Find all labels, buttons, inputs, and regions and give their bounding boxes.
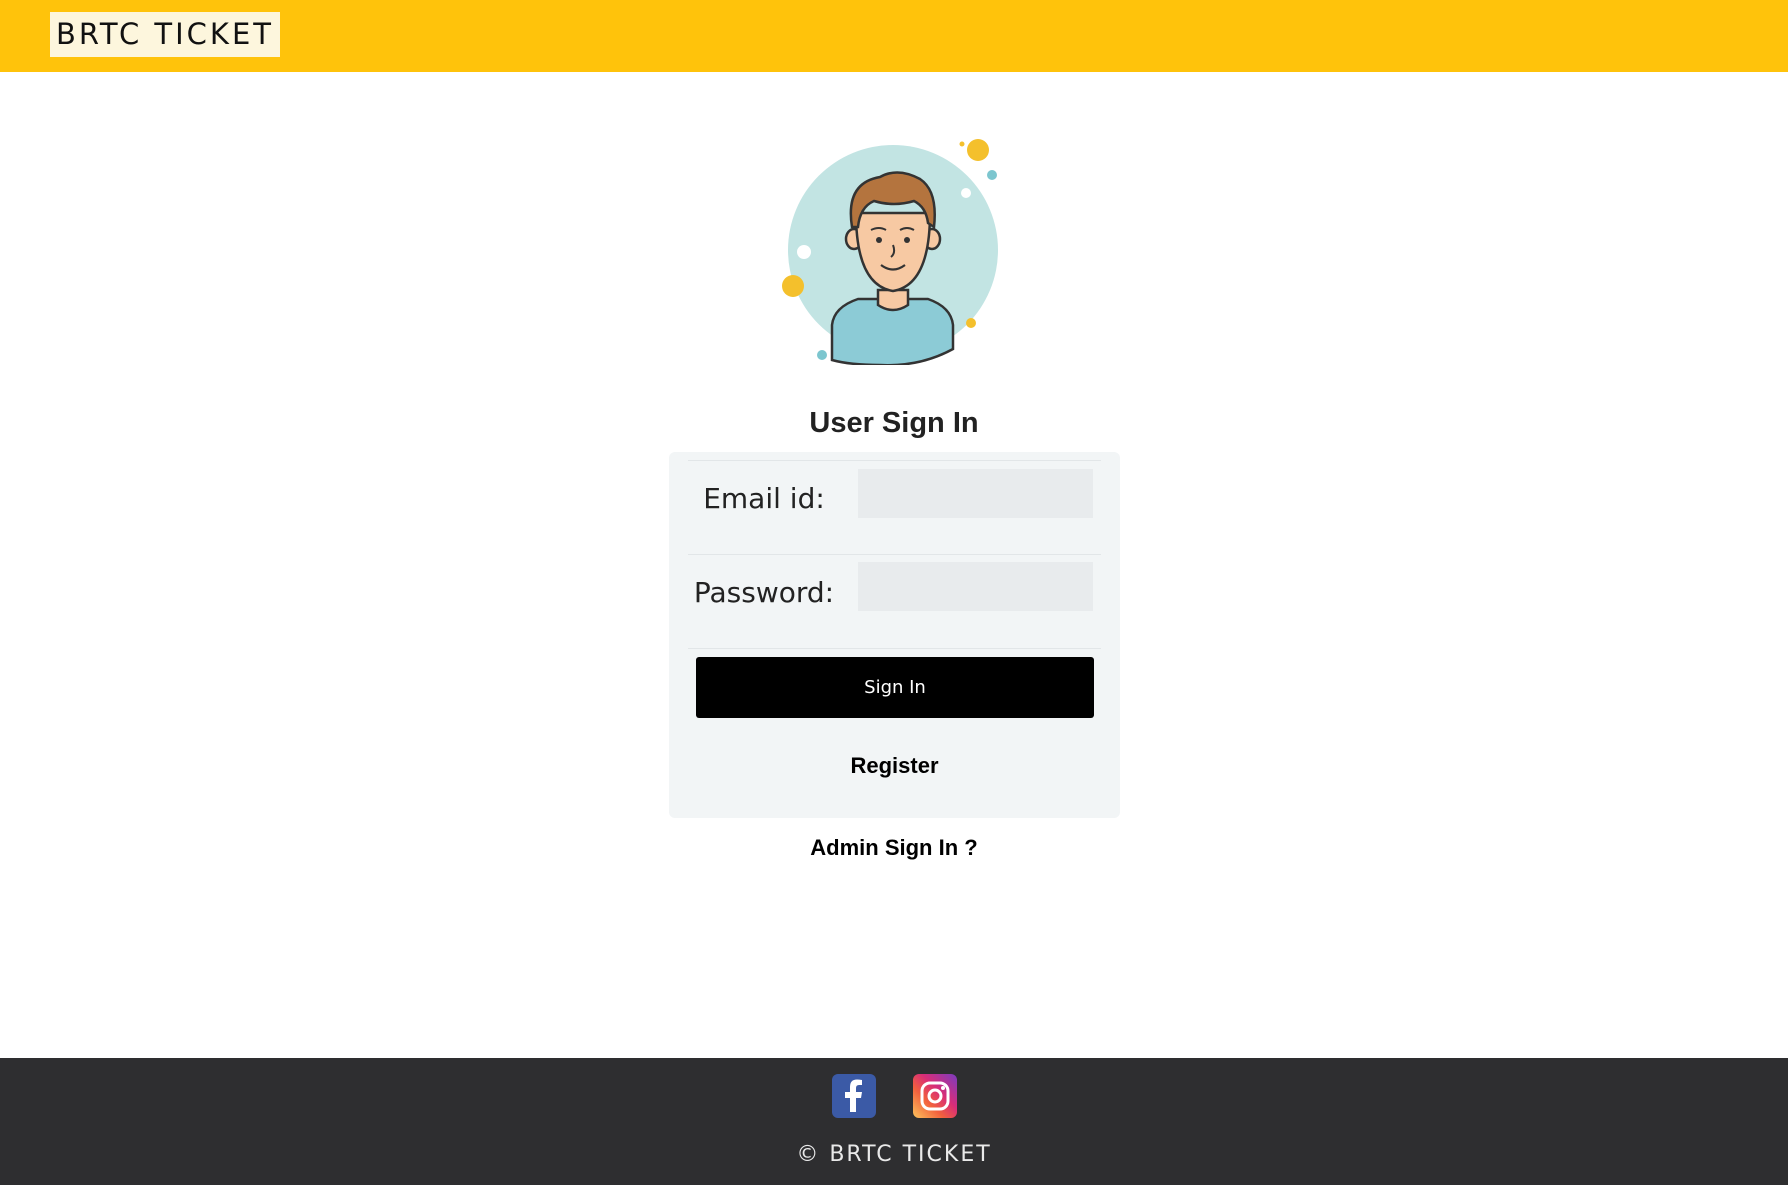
copyright-text: © BRTC TICKET <box>796 1142 992 1167</box>
footer: © BRTC TICKET <box>0 1058 1788 1185</box>
divider <box>688 554 1101 555</box>
divider <box>688 648 1101 649</box>
email-label: Email id: <box>703 482 825 515</box>
signin-form: Email id: Password: Sign In Register <box>669 452 1120 818</box>
divider <box>688 460 1101 461</box>
email-field[interactable] <box>858 469 1093 518</box>
admin-signin-link[interactable]: Admin Sign In ? <box>0 835 1788 861</box>
page-title: User Sign In <box>809 407 979 439</box>
register-link[interactable]: Register <box>669 753 1120 779</box>
facebook-icon[interactable] <box>832 1074 876 1118</box>
instagram-icon[interactable] <box>913 1074 957 1118</box>
password-label: Password: <box>693 576 835 609</box>
signin-button[interactable]: Sign In <box>696 657 1094 718</box>
site-logo[interactable]: BRTC TICKET <box>50 12 280 57</box>
password-field[interactable] <box>858 562 1093 611</box>
header: BRTC TICKET <box>0 0 1788 72</box>
user-avatar-icon <box>782 139 998 365</box>
